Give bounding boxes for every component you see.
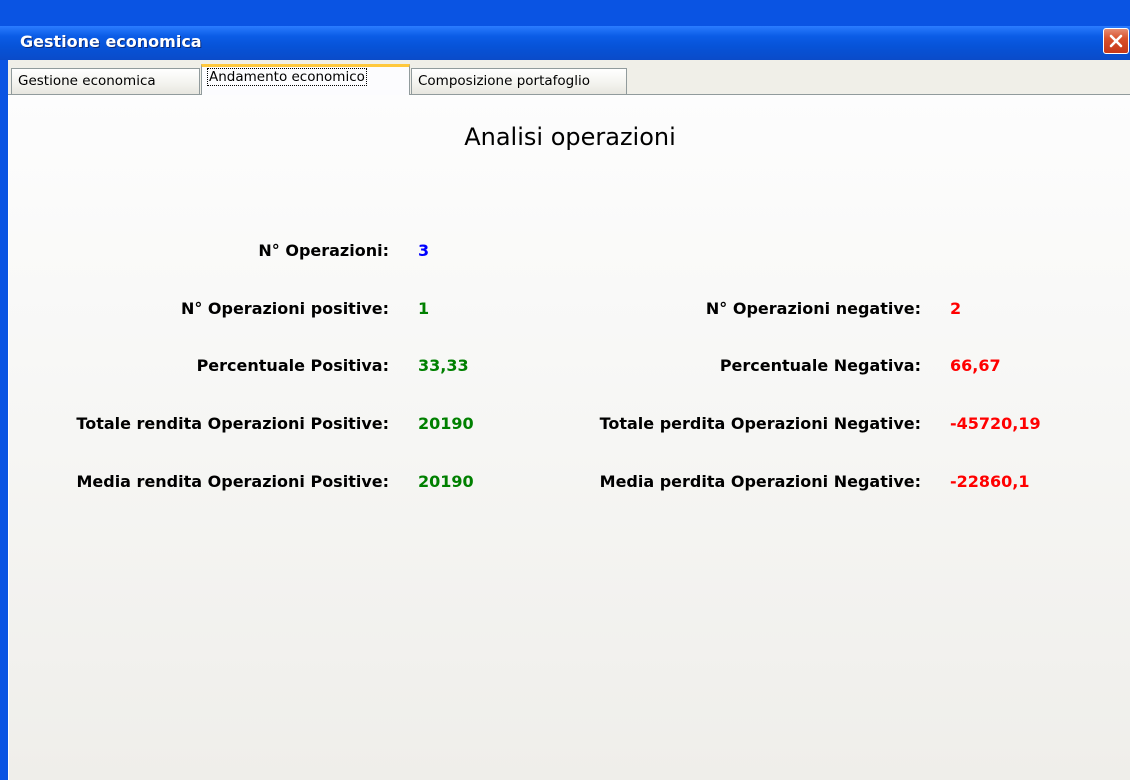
operazioni-value: 3 [418,241,430,260]
window-title: Gestione economica [20,32,202,51]
tab-label: Andamento economico [207,68,367,86]
panel-title: Analisi operazioni [464,123,676,151]
percentuale-negativa-label: Percentuale Negativa: [719,356,921,375]
percentuale-positiva-label: Percentuale Positiva: [196,356,389,375]
media-perdita-label: Media perdita Operazioni Negative: [599,472,921,491]
media-rendita-value: 20190 [418,472,474,491]
window: Gestione economica Gestione economica An… [0,0,1130,780]
percentuale-positiva-value: 33,33 [418,356,469,375]
tab-composizione-portafoglio[interactable]: Composizione portafoglio [411,68,627,94]
tab-gestione-economica[interactable]: Gestione economica [11,68,200,94]
window-frame-left [0,60,8,780]
tab-label: Gestione economica [18,73,156,89]
tab-panel-andamento: Analisi operazioni N° Operazioni: 3 N° O… [8,95,1130,780]
close-icon [1109,34,1123,48]
tab-andamento-economico[interactable]: Andamento economico [201,64,410,95]
operazioni-negative-value: 2 [950,299,962,318]
close-button[interactable] [1103,28,1129,54]
operazioni-positive-value: 1 [418,299,430,318]
operazioni-negative-label: N° Operazioni negative: [705,299,921,318]
totale-rendita-label: Totale rendita Operazioni Positive: [76,414,389,433]
client-area: Gestione economica Andamento economico C… [8,60,1130,780]
operazioni-label: N° Operazioni: [258,241,389,260]
title-bar[interactable]: Gestione economica [0,26,1130,60]
tab-label: Composizione portafoglio [418,73,590,89]
percentuale-negativa-value: 66,67 [950,356,1001,375]
tab-strip: Gestione economica Andamento economico C… [8,60,1130,98]
operazioni-positive-label: N° Operazioni positive: [180,299,389,318]
totale-perdita-label: Totale perdita Operazioni Negative: [599,414,921,433]
totale-perdita-value: -45720,19 [950,414,1041,433]
media-perdita-value: -22860,1 [950,472,1030,491]
totale-rendita-value: 20190 [418,414,474,433]
media-rendita-label: Media rendita Operazioni Positive: [76,472,389,491]
